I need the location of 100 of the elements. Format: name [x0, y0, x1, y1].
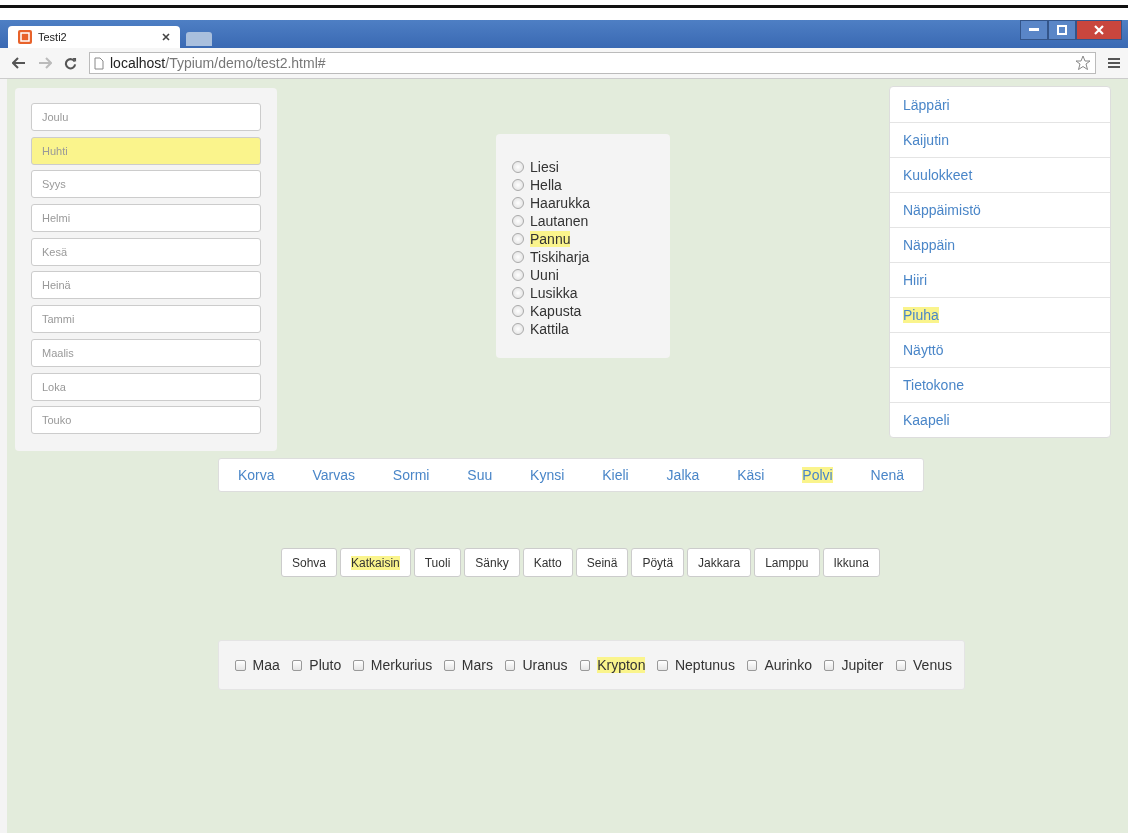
list-link[interactable]: Näyttö	[903, 342, 944, 358]
radio-label: Haarukka	[530, 195, 590, 211]
button-label: Sohva	[292, 555, 327, 570]
close-window-button[interactable]	[1076, 20, 1122, 40]
nav-link[interactable]: Kieli	[602, 467, 629, 484]
address-bar[interactable]: localhost/Typium/demo/test2.html#	[89, 52, 1096, 74]
radio-button[interactable]	[512, 269, 524, 281]
checkbox-label: Uranus	[522, 657, 568, 674]
text-field[interactable]: Syys	[31, 170, 261, 199]
button[interactable]: Seinä	[575, 548, 629, 578]
menu-icon[interactable]	[1108, 57, 1120, 69]
radio-label: Liesi	[530, 159, 559, 175]
text-field[interactable]: Heinä	[31, 271, 261, 300]
checkbox-label: Maa	[252, 657, 280, 674]
list-link[interactable]: Läppäri	[903, 96, 950, 113]
button[interactable]: Lamppu	[754, 548, 820, 578]
checkbox[interactable]	[235, 659, 246, 671]
nav-link[interactable]: Korva	[237, 467, 275, 484]
checkbox-label: Krypton	[597, 657, 646, 674]
list-link[interactable]: Piuha	[903, 307, 939, 323]
radio-button[interactable]	[512, 323, 524, 335]
close-icon[interactable]	[162, 33, 170, 41]
checkbox-label: Venus	[913, 657, 952, 674]
radio-button[interactable]	[512, 215, 524, 227]
checkbox-label: Neptunus	[674, 657, 735, 674]
list-item[interactable]: Läppäri	[890, 87, 1110, 122]
text-field[interactable]: Tammi	[31, 305, 261, 334]
text-field[interactable]: Touko	[31, 406, 261, 435]
button-label: Sänky	[475, 555, 509, 570]
radio-button[interactable]	[512, 233, 524, 245]
browser-tab[interactable]: Testi2	[8, 26, 180, 48]
text-field[interactable]: Helmi	[31, 204, 261, 233]
button[interactable]: Katto	[522, 548, 573, 578]
minimize-button[interactable]	[1020, 20, 1048, 40]
text-field[interactable]: Kesä	[31, 237, 261, 266]
list-item[interactable]: Näppäimistö	[890, 192, 1110, 227]
text-field[interactable]: Joulu	[31, 103, 261, 131]
button[interactable]: Jakkara	[687, 548, 752, 578]
star-icon[interactable]	[1075, 55, 1091, 71]
list-link[interactable]: Näppäimistö	[903, 202, 981, 218]
radio-button[interactable]	[512, 251, 524, 263]
list-link[interactable]: Kuulokkeet	[903, 167, 973, 183]
button[interactable]: Sänky	[464, 548, 520, 578]
list-item[interactable]: Kaijutin	[890, 122, 1110, 157]
forward-icon[interactable]	[38, 57, 52, 69]
checkbox[interactable]	[823, 659, 835, 671]
page-icon	[94, 56, 104, 70]
checkbox[interactable]	[895, 659, 907, 671]
button-label: Jakkara	[698, 555, 741, 570]
checkbox[interactable]	[579, 659, 591, 671]
list-link[interactable]: Kaijutin	[903, 132, 949, 148]
list-link[interactable]: Näppäin	[903, 237, 956, 253]
list-item[interactable]: Tietokone	[890, 367, 1110, 402]
list-item[interactable]: Kaapeli	[890, 402, 1110, 437]
checkbox[interactable]	[504, 659, 516, 671]
checkbox[interactable]	[291, 659, 303, 671]
list-link[interactable]: Hiiri	[903, 272, 928, 288]
button-label: Pöytä	[642, 555, 674, 570]
button[interactable]: Pöytä	[631, 548, 685, 578]
button[interactable]: Tuoli	[413, 548, 462, 578]
radio-button[interactable]	[512, 287, 524, 299]
button[interactable]: Katkaisin	[340, 548, 411, 578]
radio-label: Hella	[530, 177, 562, 193]
radio-button[interactable]	[512, 161, 524, 173]
checkbox[interactable]	[444, 659, 455, 671]
list-link[interactable]: Tietokone	[903, 377, 964, 393]
button[interactable]: Ikkuna	[822, 548, 880, 578]
reload-icon[interactable]	[64, 56, 77, 70]
restore-button[interactable]	[1048, 20, 1076, 40]
back-icon[interactable]	[12, 57, 26, 69]
close-icon	[1094, 25, 1104, 35]
nav-link[interactable]: Varvas	[312, 467, 355, 484]
radio-button[interactable]	[512, 197, 524, 209]
text-field[interactable]: Maalis	[31, 338, 261, 367]
nav-link[interactable]: Käsi	[737, 467, 765, 484]
list-item[interactable]: Näyttö	[890, 332, 1110, 367]
checkbox-label: Jupiter	[841, 657, 884, 674]
nav-link[interactable]: Polvi	[802, 467, 833, 484]
list-link[interactable]: Kaapeli	[903, 412, 950, 428]
list-item[interactable]: Kuulokkeet	[890, 157, 1110, 192]
list-item[interactable]: Hiiri	[890, 262, 1110, 297]
text-field[interactable]: Loka	[31, 372, 261, 401]
list-item[interactable]: Piuha	[890, 297, 1110, 332]
radio-button[interactable]	[512, 179, 524, 191]
radio-label: Lusikka	[530, 285, 578, 301]
checkbox[interactable]	[353, 659, 364, 671]
text-field[interactable]: Huhti	[31, 136, 261, 165]
nav-link[interactable]: Jalka	[666, 467, 700, 484]
radio-button[interactable]	[512, 305, 524, 317]
nav-link[interactable]: Suu	[467, 467, 493, 484]
nav-link[interactable]: Kynsi	[530, 467, 565, 484]
list-item[interactable]: Näppäin	[890, 227, 1110, 262]
nav-link[interactable]: Nenä	[870, 467, 904, 484]
button-label: Ikkuna	[833, 555, 869, 570]
button-label: Seinä	[586, 555, 618, 570]
checkbox[interactable]	[657, 659, 668, 671]
button[interactable]: Sohva	[281, 548, 338, 578]
radio-label: Uuni	[530, 267, 559, 283]
checkbox[interactable]	[746, 659, 758, 671]
nav-link[interactable]: Sormi	[392, 467, 430, 484]
